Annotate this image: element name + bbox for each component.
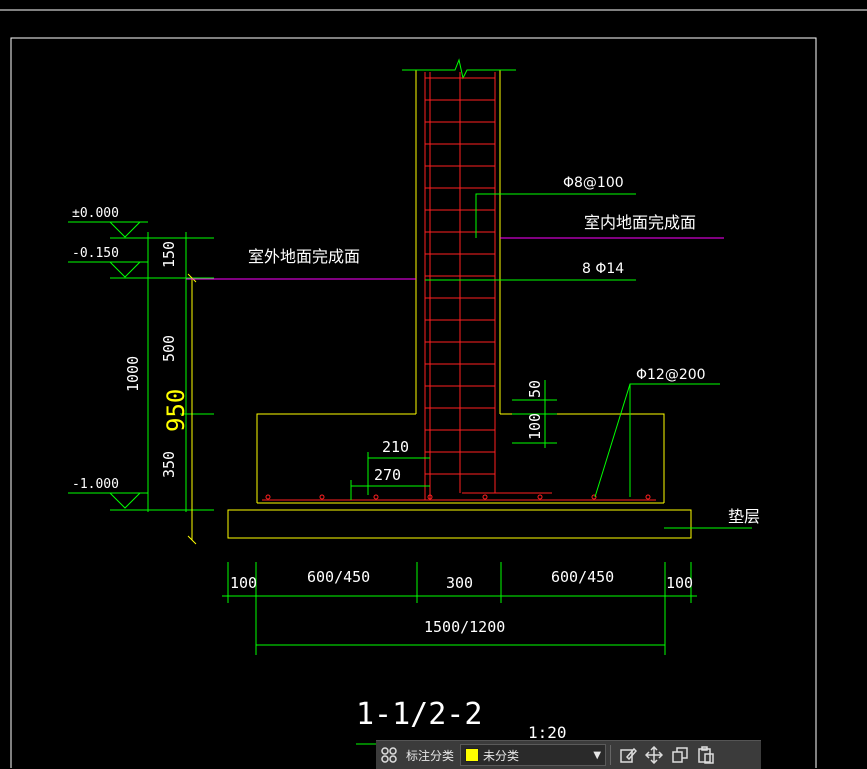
chevron-down-icon: ▼ xyxy=(593,749,602,761)
dim-600-left: 600/450 xyxy=(307,568,370,586)
label-stirrup: Φ8@100 xyxy=(563,175,624,191)
dim-950: 950 xyxy=(162,389,190,432)
cushion-layer xyxy=(227,509,692,539)
dim-100v: 100 xyxy=(526,413,544,440)
toolbar-label: 标注分类 xyxy=(406,748,455,763)
dim-350: 350 xyxy=(160,451,178,478)
paste-icon[interactable] xyxy=(693,742,719,768)
dim-150: 150 xyxy=(160,241,178,268)
rebar-dot xyxy=(265,494,271,500)
elev-outdoor: -0.150 xyxy=(72,246,119,261)
dim-300: 300 xyxy=(446,574,473,592)
rebar-dot xyxy=(537,494,543,500)
move-icon[interactable] xyxy=(641,742,667,768)
category-dropdown-value: 未分类 xyxy=(483,748,520,763)
cad-drawing-canvas[interactable]: ±0.000 -0.150 -1.000 室外地面完成面 室内地面完成面 Φ8@… xyxy=(0,0,867,768)
category-color-swatch xyxy=(465,748,480,762)
copy-icon[interactable] xyxy=(667,742,693,768)
dim-100-left: 100 xyxy=(230,574,257,592)
dim-600-right: 600/450 xyxy=(551,568,614,586)
annotation-toolbar: 标注分类 未分类 ▼ xyxy=(376,740,761,769)
dim-1000: 1000 xyxy=(124,356,142,392)
dim-500: 500 xyxy=(160,335,178,362)
edit-icon[interactable] xyxy=(615,742,641,768)
category-dropdown[interactable]: 未分类 ▼ xyxy=(460,744,607,766)
label-indoor-floor: 室内地面完成面 xyxy=(584,213,696,232)
grid-icon[interactable] xyxy=(376,742,402,768)
dim-100-right: 100 xyxy=(666,574,693,592)
dim-50: 50 xyxy=(526,380,544,398)
elev-top: ±0.000 xyxy=(72,206,119,221)
dim-270: 270 xyxy=(374,466,401,484)
label-outdoor-floor: 室外地面完成面 xyxy=(248,247,360,266)
label-vertical-bars: 8 Φ14 xyxy=(582,261,624,277)
break-line xyxy=(402,58,516,80)
drawing-border xyxy=(10,37,817,768)
rebar-dot xyxy=(482,494,488,500)
section-title: 1-1/2-2 xyxy=(356,697,482,732)
label-bottom-bars: Φ12@200 xyxy=(636,367,706,383)
dim-1500: 1500/1200 xyxy=(424,618,505,636)
bottom-rebar-dots xyxy=(265,494,651,500)
rebar-dot xyxy=(645,494,651,500)
label-cushion: 垫层 xyxy=(728,507,760,526)
toolbar-divider xyxy=(610,745,612,765)
rebar-dot xyxy=(319,494,325,500)
column-reinforcement xyxy=(262,72,656,501)
elev-bottom: -1.000 xyxy=(72,477,119,492)
dim-210: 210 xyxy=(382,438,409,456)
rebar-dot xyxy=(373,494,379,500)
